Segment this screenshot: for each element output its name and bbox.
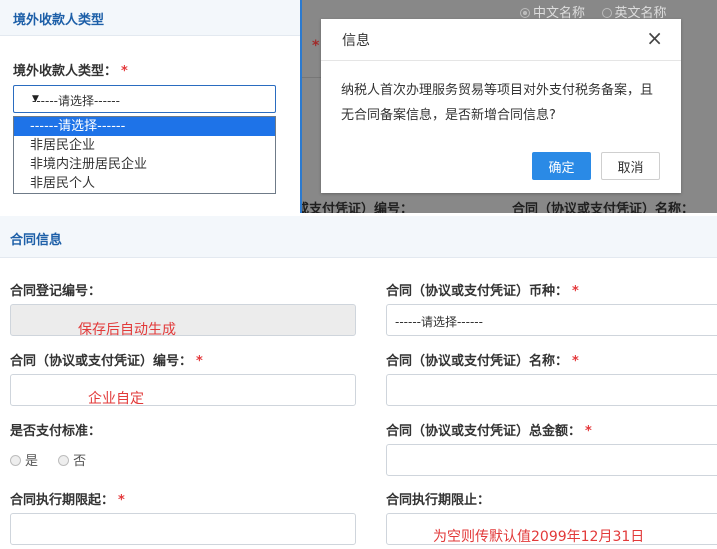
dialog-message: 纳税人首次办理服务贸易等项目对外支付税务备案，且无合同备案信息，是否新增合同信息… [341,83,654,123]
contract-currency-value: ------请选择------ [395,315,483,329]
contract-section-header: 合同信息 [0,216,717,258]
radio-english-icon [601,8,612,18]
dropdown-option-placeholder[interactable]: ------请选择------ [14,117,275,136]
contract-end-label: 合同执行期限止： [386,493,491,508]
contract-currency-select[interactable]: ------请选择------ [386,304,717,336]
required-mark: * [121,64,128,79]
contract-reg-no-note: 保存后自动生成 [78,322,176,338]
contract-total-label: 合同（协议或支付凭证）总金额： * [386,424,592,439]
payee-type-label: 境外收款人类型： * [13,64,128,79]
dialog-divider [321,60,681,61]
contract-reg-no-input [10,304,356,336]
background-contract-no-label: 或支付凭证）编号： [302,202,414,213]
contract-start-label: 合同执行期限起： * [10,493,125,508]
payee-type-panel: 境外收款人类型 境外收款人类型： * ------请选择------ ▼ ----… [0,0,300,213]
contract-no-input[interactable] [10,374,356,406]
radio-yes-icon [10,455,21,466]
info-dialog: 信息 × 纳税人首次办理服务贸易等项目对外支付税务备案，且无合同备案信息，是否新… [321,19,681,193]
background-contract-name-label: 合同（协议或支付凭证）名称： [512,202,695,213]
contract-total-input[interactable] [386,444,717,476]
chevron-down-icon: ▼ [32,94,39,104]
close-icon[interactable]: × [646,26,663,50]
pay-standard-radio-group: 是 否 [10,450,102,469]
required-mark: * [572,284,579,299]
payee-type-dropdown: ------请选择------ 非居民企业 非境内注册居民企业 非居民个人 [13,116,276,194]
dropdown-option-nonresident-individual[interactable]: 非居民个人 [14,174,275,193]
dialog-title: 信息 [342,33,370,49]
cancel-button[interactable]: 取消 [601,152,660,180]
contract-name-input[interactable] [386,374,717,406]
radio-no-icon [58,455,70,466]
contract-name-label: 合同（协议或支付凭证）名称： * [386,354,579,369]
radio-chinese-icon [520,8,530,18]
contract-no-note: 企业自定 [88,391,144,407]
contract-no-label: 合同（协议或支付凭证）编号： * [10,354,203,369]
contract-section-title: 合同信息 [10,233,63,248]
contract-start-input[interactable] [10,513,356,545]
contract-end-note: 为空则传默认值2099年12月31日 [433,529,645,545]
required-mark: * [118,493,125,508]
pay-standard-no[interactable]: 否 [58,454,86,469]
payee-type-header-title: 境外收款人类型 [13,13,105,28]
dropdown-option-nondomestic-resident-enterprise[interactable]: 非境内注册居民企业 [14,155,275,174]
payee-type-select[interactable]: ------请选择------ ▼ [13,85,276,113]
contract-reg-no-label: 合同登记编号： [10,284,102,299]
required-mark: * [196,354,203,369]
pay-standard-yes[interactable]: 是 [10,454,38,469]
pay-standard-label: 是否支付标准： [10,424,102,439]
contract-currency-label: 合同（协议或支付凭证）币种： * [386,284,579,299]
required-mark: * [585,424,592,439]
payee-type-header: 境外收款人类型 [0,0,300,36]
background-divider [302,77,322,78]
confirm-button[interactable]: 确定 [532,152,591,180]
background-required-mark: * [312,38,320,54]
required-mark: * [572,354,579,369]
dropdown-option-nonresident-enterprise[interactable]: 非居民企业 [14,136,275,155]
